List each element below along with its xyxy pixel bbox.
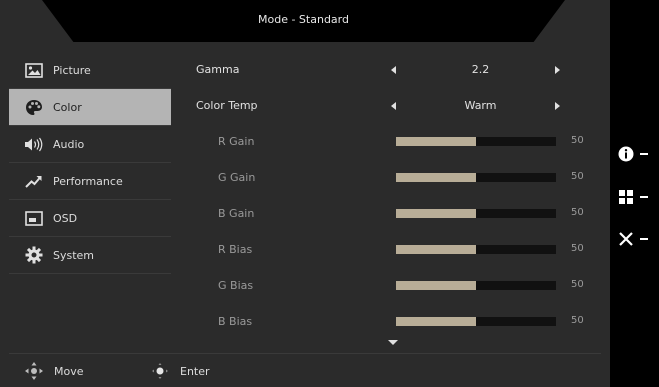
r-gain-slider[interactable] <box>396 137 556 146</box>
menu-label-audio: Audio <box>53 137 85 151</box>
r-bias-label: R Bias <box>218 243 253 256</box>
gamma-right-arrow-icon[interactable] <box>555 66 560 74</box>
r-gain-label: R Gain <box>218 135 255 148</box>
move-label: Move <box>54 364 84 378</box>
menu-label-osd: OSD <box>53 211 78 225</box>
color-temp-right-arrow-icon[interactable] <box>555 102 560 110</box>
menu-item-system[interactable]: System <box>9 237 171 274</box>
b-bias-slider[interactable] <box>396 317 556 326</box>
menu-item-picture[interactable]: Picture <box>9 52 171 89</box>
enter-label: Enter <box>180 364 210 378</box>
hotkey-column <box>610 0 659 387</box>
gamma-left-arrow-icon[interactable] <box>391 66 396 74</box>
r-gain-slider-fill <box>396 137 476 146</box>
g-gain-slider-fill <box>396 173 476 182</box>
b-gain-value: 50 <box>571 207 584 218</box>
g-gain-label: G Gain <box>218 171 256 184</box>
r-bias-slider-fill <box>396 245 476 254</box>
move-hint: Move <box>24 361 84 381</box>
color-temp-row[interactable]: Color Temp Warm <box>188 88 598 124</box>
picture-icon <box>23 61 45 79</box>
side-key-info[interactable] <box>618 146 648 162</box>
enter-hint: Enter <box>150 361 210 381</box>
palette-icon <box>23 98 45 116</box>
g-bias-value: 50 <box>571 279 584 290</box>
r-bias-slider[interactable] <box>396 245 556 254</box>
b-bias-slider-fill <box>396 317 476 326</box>
trend-up-icon <box>23 172 45 190</box>
b-bias-value: 50 <box>571 315 584 326</box>
color-settings: Gamma 2.2 Color Temp Warm R Gain 50 G Ga… <box>188 52 598 340</box>
b-gain-label: B Gain <box>218 207 255 220</box>
close-dash <box>640 238 648 240</box>
header-bar: Mode - Standard <box>42 0 565 42</box>
r-gain-row[interactable]: R Gain 50 <box>188 124 598 160</box>
info-dash <box>640 153 648 155</box>
joystick-move-icon <box>24 361 44 381</box>
menu-item-audio[interactable]: Audio <box>9 126 171 163</box>
gamma-row[interactable]: Gamma 2.2 <box>188 52 598 88</box>
color-temp-left-arrow-icon[interactable] <box>391 102 396 110</box>
side-key-close[interactable] <box>618 231 648 247</box>
footer-hints: Move Enter <box>0 357 610 387</box>
g-gain-value: 50 <box>571 171 584 182</box>
menu-item-color[interactable]: Color <box>9 89 171 126</box>
color-temp-label: Color Temp <box>196 99 258 112</box>
grid-icon <box>619 190 633 204</box>
r-bias-row[interactable]: R Bias 50 <box>188 232 598 268</box>
gamma-value: 2.2 <box>471 63 490 76</box>
r-bias-value: 50 <box>571 243 584 254</box>
b-bias-label: B Bias <box>218 315 253 328</box>
menu-label-system: System <box>53 248 95 262</box>
osd-panel: Mode - Standard Picture Color Audio Perf… <box>0 0 610 387</box>
b-bias-row[interactable]: B Bias 50 <box>188 304 598 340</box>
mode-title: Mode - Standard <box>258 13 349 26</box>
grid-dash <box>640 196 648 198</box>
color-temp-value: Warm <box>464 99 497 112</box>
main-menu: Picture Color Audio Performance OSD Syst… <box>9 52 171 274</box>
g-gain-row[interactable]: G Gain 50 <box>188 160 598 196</box>
menu-label-performance: Performance <box>53 174 123 188</box>
menu-label-color: Color <box>53 100 82 114</box>
menu-item-osd[interactable]: OSD <box>9 200 171 237</box>
close-icon <box>619 232 633 246</box>
side-key-grid[interactable] <box>618 189 648 205</box>
g-bias-slider[interactable] <box>396 281 556 290</box>
r-gain-value: 50 <box>571 135 584 146</box>
b-gain-slider[interactable] <box>396 209 556 218</box>
info-icon <box>618 146 634 162</box>
menu-label-picture: Picture <box>53 63 91 77</box>
g-bias-slider-fill <box>396 281 476 290</box>
g-bias-label: G Bias <box>218 279 254 292</box>
gamma-label: Gamma <box>196 63 240 76</box>
osd-window-icon <box>23 209 45 227</box>
scroll-down-icon[interactable] <box>388 340 398 345</box>
b-gain-slider-fill <box>396 209 476 218</box>
menu-item-performance[interactable]: Performance <box>9 163 171 200</box>
gear-icon <box>23 246 45 264</box>
speaker-icon <box>23 135 45 153</box>
b-gain-row[interactable]: B Gain 50 <box>188 196 598 232</box>
g-gain-slider[interactable] <box>396 173 556 182</box>
footer-divider <box>9 353 601 354</box>
joystick-enter-icon <box>150 361 170 381</box>
g-bias-row[interactable]: G Bias 50 <box>188 268 598 304</box>
